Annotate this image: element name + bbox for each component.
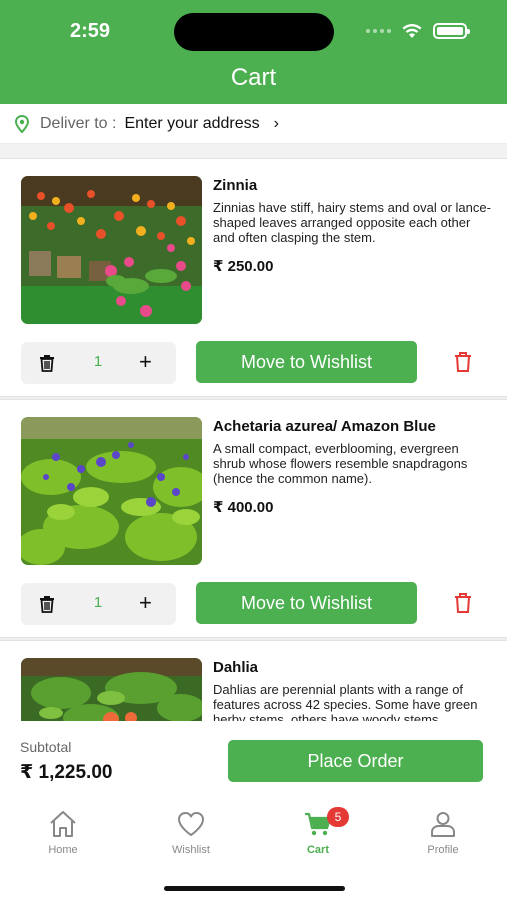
trash-icon[interactable] (38, 354, 56, 372)
product-description: Dahlias are perennial plants with a rang… (213, 682, 478, 721)
dynamic-island (174, 13, 334, 51)
dahlia-photo (21, 658, 202, 721)
address-value[interactable]: Enter your address (124, 115, 259, 133)
tab-cart[interactable]: Cart (273, 809, 363, 856)
profile-icon (431, 812, 455, 837)
cart-count-badge: 5 (327, 807, 349, 827)
signal-icon (366, 29, 391, 33)
deliver-to-label: Deliver to : (40, 114, 117, 132)
location-pin-icon (14, 114, 30, 133)
subtotal-label: Subtotal (20, 739, 72, 755)
battery-icon (433, 23, 470, 39)
amazon-blue-photo (21, 417, 202, 565)
home-indicator (164, 886, 345, 891)
plus-button[interactable]: + (139, 589, 152, 617)
chevron-right-icon[interactable]: › (274, 115, 279, 133)
move-to-wishlist-button[interactable]: Move to Wishlist (196, 582, 417, 624)
tab-cart-label: Cart (306, 844, 329, 856)
checkout-footer: Subtotal ₹ 1,225.00 Place Order Home Wis… (0, 721, 507, 900)
zinnia-photo (21, 176, 202, 324)
bottom-tab-bar: Home Wishlist Cart 5 Profile (0, 807, 507, 869)
wifi-icon (402, 24, 422, 38)
tab-profile-label: Profile (427, 844, 459, 856)
tab-home[interactable]: Home (18, 809, 108, 856)
quantity-value: 1 (93, 353, 103, 370)
tab-wishlist-label: Wishlist (172, 844, 210, 856)
tab-home-label: Home (48, 844, 78, 856)
status-time: 2:59 (70, 20, 111, 42)
cart-item: Dahlia Dahlias are perennial plants with… (0, 640, 507, 721)
product-image[interactable] (21, 176, 202, 324)
plus-button[interactable]: + (139, 348, 152, 376)
section-divider (0, 144, 507, 158)
product-image[interactable] (21, 417, 202, 565)
trash-icon[interactable] (38, 595, 56, 613)
product-price: ₹ 400.00 (213, 499, 274, 516)
page-title: Cart (230, 64, 277, 91)
move-to-wishlist-button[interactable]: Move to Wishlist (196, 341, 417, 383)
place-order-button[interactable]: Place Order (228, 740, 483, 782)
app-header: 2:59 Cart (0, 0, 507, 104)
status-icons (366, 23, 470, 39)
quantity-value: 1 (93, 594, 103, 611)
quantity-stepper: 1 + (21, 342, 176, 384)
home-icon (50, 811, 76, 837)
product-name[interactable]: Achetaria azurea/ Amazon Blue (213, 418, 436, 435)
product-description: A small compact, everblooming, evergreen… (213, 441, 468, 486)
heart-icon (178, 812, 204, 836)
product-price: ₹ 250.00 (213, 258, 274, 275)
tab-profile[interactable]: Profile (398, 809, 488, 856)
product-name[interactable]: Dahlia (213, 659, 258, 676)
cart-item: Achetaria azurea/ Amazon Blue A small co… (0, 399, 507, 638)
product-description: Zinnias have stiff, hairy stems and oval… (213, 200, 491, 245)
tab-wishlist[interactable]: Wishlist (146, 809, 236, 856)
subtotal-value: ₹ 1,225.00 (20, 762, 113, 783)
product-name[interactable]: Zinnia (213, 177, 257, 194)
product-image[interactable] (21, 658, 202, 721)
cart-item: Zinnia Zinnias have stiff, hairy stems a… (0, 158, 507, 397)
remove-item-icon[interactable] (453, 351, 473, 373)
cart-item-list[interactable]: Zinnia Zinnias have stiff, hairy stems a… (0, 158, 507, 721)
delivery-address-bar[interactable]: Deliver to : Enter your address › (0, 104, 507, 144)
quantity-stepper: 1 + (21, 583, 176, 625)
remove-item-icon[interactable] (453, 592, 473, 614)
